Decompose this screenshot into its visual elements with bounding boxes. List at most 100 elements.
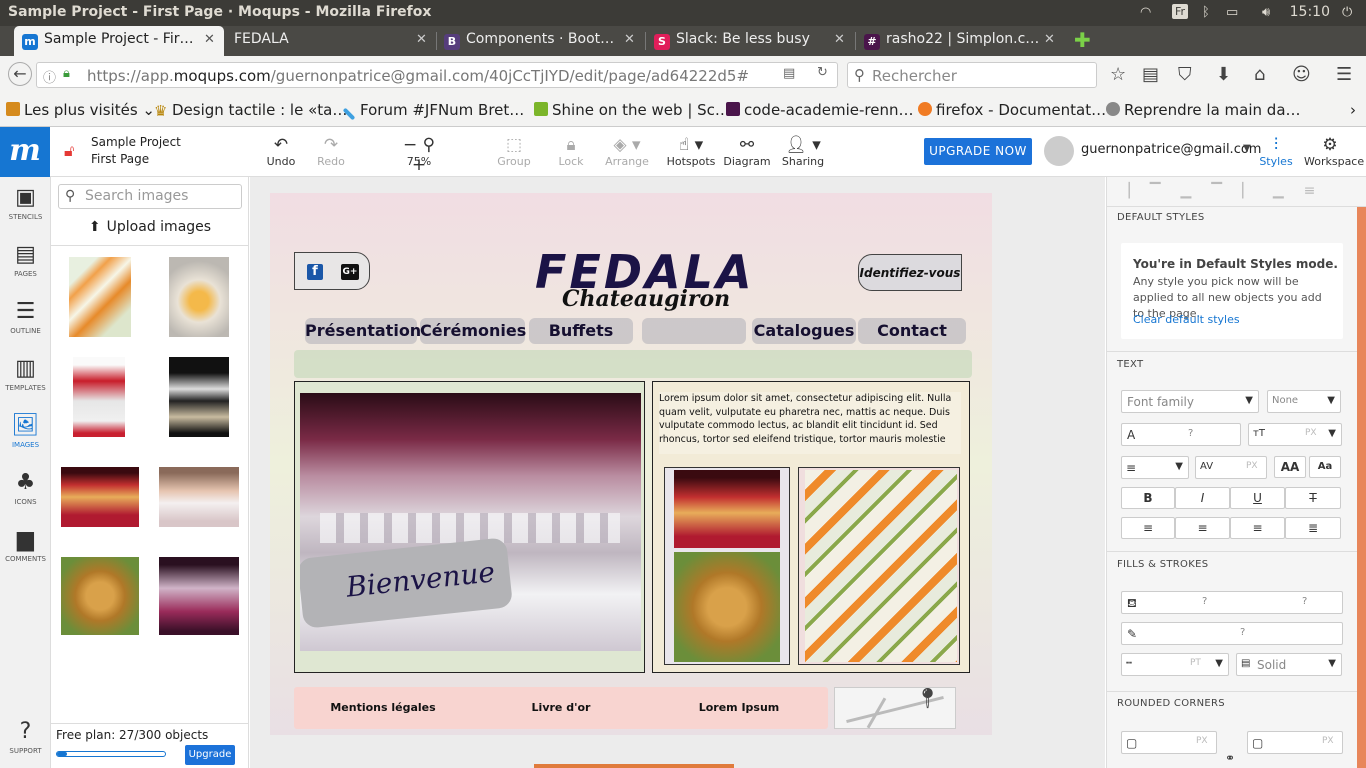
reader-view-icon[interactable]: ▤ [783, 66, 795, 81]
tab-slack[interactable]: S Slack: Be less busy ✕ [646, 26, 854, 56]
side-box[interactable]: Lorem ipsum dolor sit amet, consectetur … [652, 381, 970, 673]
google-plus-icon[interactable]: G+ [341, 264, 359, 280]
rail-templates[interactable]: ▥ TEMPLATES [0, 356, 51, 392]
font-size-field[interactable]: ᴛT PX ▼ [1248, 423, 1342, 446]
image-thumb-hall-white[interactable] [159, 467, 239, 527]
bookmark-forum[interactable]: Forum #JFNum Bret… [342, 101, 524, 121]
upgrade-button[interactable]: Upgrade [185, 745, 235, 765]
tab-simplon[interactable]: # rasho22 | Simplon.c… ✕ [856, 26, 1064, 56]
stroke-style-select[interactable]: ▤ Solid ▼ [1236, 653, 1342, 676]
align-justify-icon[interactable]: ≣ [1285, 517, 1341, 539]
bookmark-most-visited[interactable]: Les plus visités ⌄ [6, 101, 155, 119]
image-thumb-stage[interactable] [159, 557, 239, 635]
samosas-photo[interactable] [674, 552, 780, 662]
rail-support[interactable]: ? SUPPORT [0, 719, 51, 755]
reading-list-icon[interactable]: ▤ [1142, 64, 1159, 85]
image-thumb-hall-red[interactable] [61, 467, 139, 527]
diagram-button[interactable]: ⚯ Diagram [722, 135, 772, 168]
undo-button[interactable]: ↶ Undo [256, 135, 306, 168]
group-button[interactable]: ⬚ Group [489, 135, 539, 168]
rail-pages[interactable]: ▤ PAGES [0, 242, 51, 278]
chat-icon[interactable]: ☺ [1292, 64, 1311, 85]
styles-button[interactable]: ⫶ Styles [1251, 135, 1301, 168]
sharing-button[interactable]: 👤︎ ▾ Sharing [778, 135, 828, 168]
clock[interactable]: 15:10 [1290, 4, 1330, 20]
arrange-button[interactable]: ◈ ▾ Arrange [602, 135, 652, 168]
image-thumb-plate[interactable] [169, 257, 229, 337]
image-thumb-centerpiece[interactable] [73, 357, 125, 437]
pocket-icon[interactable]: ⛉ [1178, 64, 1192, 85]
canvas[interactable]: f G+ FEDALA Chateaugiron Identifiez-vous… [250, 177, 1105, 768]
image-search-input[interactable]: ⚲ Search images [58, 184, 242, 209]
bookmark-code-academie[interactable]: code-academie-renn… [726, 101, 913, 119]
reception-hall-photo[interactable]: Bienvenue [300, 393, 641, 651]
image-thumb-sandwiches[interactable] [69, 257, 131, 337]
moqups-logo[interactable]: m [0, 127, 50, 177]
more-bookmarks-icon[interactable]: › [1350, 101, 1356, 119]
lock-button[interactable]: 🔒︎ Lock [546, 135, 596, 168]
rail-icons[interactable]: ♣ ICONS [0, 470, 51, 506]
font-family-select[interactable]: Font family ▼ [1121, 390, 1259, 413]
url-bar[interactable]: ⓘ 🔒︎ https://app.moqups.com/guernonpatri… [36, 62, 838, 88]
lock-icon[interactable]: 🔓︎ [64, 141, 74, 161]
power-icon[interactable]: ⏻ [1342, 5, 1352, 20]
bookmark-design[interactable]: ♛ Design tactile : le «ta… [154, 101, 347, 120]
rail-stencils[interactable]: ▣ STENCILS [0, 185, 51, 221]
footer-lorem[interactable]: Lorem Ipsum [650, 701, 828, 714]
rail-images[interactable]: 🖼︎ IMAGES [0, 413, 51, 449]
fill-color-field[interactable]: ⛾?? [1121, 591, 1343, 614]
avatar[interactable] [1044, 136, 1074, 166]
image-thumb-table-dark[interactable] [169, 357, 229, 437]
close-icon[interactable]: ✕ [1044, 32, 1055, 47]
zoom-control[interactable]: − ⚲ +75% [394, 135, 444, 175]
hotspots-button[interactable]: ☝ ▾ Hotspots [666, 135, 716, 168]
rail-outline[interactable]: ☰ OUTLINE [0, 299, 51, 335]
user-email[interactable]: guernonpatrice@gmail.com [1081, 142, 1261, 157]
text-color-field[interactable]: A? [1121, 423, 1241, 446]
line-height-select[interactable]: ≡ ▼ [1121, 456, 1189, 479]
red-hall-photo[interactable] [674, 470, 780, 548]
close-icon[interactable]: ✕ [834, 32, 845, 47]
underline-button[interactable]: U [1230, 487, 1285, 509]
corner-top-right-field[interactable]: ▢ PX [1247, 731, 1343, 754]
stroke-width-field[interactable]: ┅ PT ▼ [1121, 653, 1229, 676]
chevron-down-icon[interactable]: ▼ [1243, 143, 1251, 154]
tab-bootstrap[interactable]: B Components · Boot… ✕ [436, 26, 644, 56]
volume-icon[interactable]: 🔊︎ [1262, 5, 1270, 20]
bookmark-firefox[interactable]: firefox - Documentat… [918, 101, 1106, 119]
search-field[interactable]: ⚲ Rechercher [847, 62, 1097, 88]
social-box[interactable]: f G+ [294, 252, 370, 290]
menu-icon[interactable]: ☰ [1336, 64, 1352, 85]
nav-presentation[interactable]: Présentation [305, 318, 421, 344]
close-icon[interactable]: ✕ [416, 32, 427, 47]
reload-icon[interactable]: ↻ [817, 65, 828, 80]
align-right-icon[interactable]: ≡ [1230, 517, 1285, 539]
main-image-box[interactable]: Bienvenue [294, 381, 645, 673]
nav-empty[interactable] [642, 318, 746, 344]
align-left-icon[interactable]: ≡ [1121, 517, 1175, 539]
tab-moqups[interactable]: m Sample Project - Fir… ✕ [14, 26, 224, 56]
facebook-icon[interactable]: f [307, 264, 323, 280]
align-center-icon[interactable]: ≡ [1175, 517, 1230, 539]
project-name[interactable]: Sample Project [91, 135, 181, 149]
close-icon[interactable]: ✕ [204, 32, 215, 47]
sandwiches-photo[interactable] [805, 470, 957, 662]
download-icon[interactable]: ⬇ [1216, 64, 1231, 85]
footer-mentions[interactable]: Mentions légales [294, 701, 472, 714]
tab-fedala[interactable]: FEDALA ✕ [226, 26, 436, 56]
login-button[interactable]: Identifiez-vous [858, 254, 962, 291]
panel-scrollbar[interactable] [1357, 207, 1366, 768]
bold-button[interactable]: B [1121, 487, 1175, 509]
italic-button[interactable]: I [1175, 487, 1230, 509]
home-icon[interactable]: ⌂ [1254, 64, 1265, 85]
info-icon[interactable]: ⓘ [43, 67, 56, 86]
letter-spacing-field[interactable]: AV PX [1195, 456, 1267, 479]
star-icon[interactable]: ☆ [1110, 64, 1126, 85]
back-icon[interactable]: ← [8, 62, 32, 86]
capitalize-button[interactable]: Aa [1309, 456, 1341, 478]
rail-comments[interactable]: ▆ COMMENTS [0, 527, 51, 563]
horizontal-scroll-indicator[interactable] [534, 764, 734, 768]
food-photo-box[interactable] [798, 467, 960, 665]
align-tools[interactable]: ▕▔▁▔▏▁≡ [1107, 177, 1366, 207]
bookmark-shine[interactable]: Shine on the web | Sc… [534, 101, 730, 119]
